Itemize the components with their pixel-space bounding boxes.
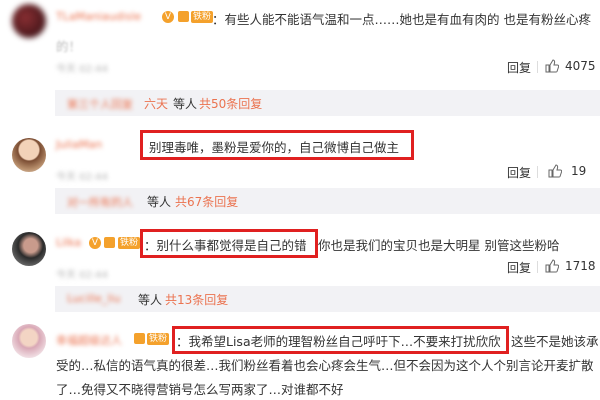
subreply-names: Lucille_liu [67,292,121,305]
v-verified-icon: V [162,11,174,23]
comment-time: 今天 02:44 [56,64,108,75]
subreply-pre: 等人 [147,195,172,209]
comment-time: 今天 02:44 [56,270,108,281]
divider [537,166,538,178]
comment-text: ：有些人能不能语气温和一点……她也是有血有肉的 也是有粉丝心疼 [212,12,591,27]
comment-text-cont: 你也是我们的宝贝也是大明星 别管这些粉哈 [318,238,560,253]
subreply-pre: 等人 [173,97,198,111]
comment-1: TLaManiaudisle V 铁粉 ：有些人能不能语气温和一点……她也是有血… [0,0,600,90]
like-count: 19 [571,164,587,178]
avatar[interactable] [12,138,46,172]
comment-text-line3: 了…免得又不晓得营销号怎么写两家了…对谁都不好 [56,382,344,397]
subreply-bar[interactable]: 对一所有的人 等人 共67条回复 [55,188,600,214]
comment-username[interactable]: JuliaMan [56,138,102,151]
comment-text-line2: 受的…私信的语气真的很差…我们粉丝看着也会心疼会生气…但不会因为这个人个别言论开… [56,358,594,373]
comment-3: Lilka V 铁粉 ：别什么事都觉得是自己的错 你也是我们的宝贝也是大明星 别… [0,214,600,286]
reply-button[interactable]: 回复 [507,164,531,181]
fan-badge: 铁粉 [118,237,141,249]
comment-text-cont: 这些不是她该承 [511,334,599,349]
comment-text: ：我希望Lisa老师的理智粉丝自己呼吁下…不要来打扰欣欣 [176,334,501,349]
divider [537,261,538,273]
thumb-up-icon[interactable] [548,164,562,178]
comment-text-cont: 的！ [56,39,82,54]
comment-username[interactable]: 幸福超级达人 [56,332,122,348]
subreply-pre: 等人 [138,293,163,307]
subreply-day: 六天 [144,97,169,111]
subreply-count-link[interactable]: 共13条回复 [165,291,228,308]
like-count: 4075 [565,59,596,73]
member-icon [178,11,189,22]
fan-badge: 铁粉 [191,11,214,23]
comment-2: JuliaMan 别理毒唯，墨粉是爱你的，自己微博自己做主 今天 02:44 回… [0,116,600,188]
comment-text: ：别什么事都觉得是自己的错 [144,238,307,253]
divider [537,61,538,73]
subreply-names: 第三个人回复 [67,98,133,111]
comment-text: 别理毒唯，墨粉是爱你的，自己微博自己做主 [149,140,400,155]
member-icon [104,237,115,248]
comment-username[interactable]: Lilka [56,236,81,249]
reply-button[interactable]: 回复 [507,59,531,76]
fan-badge: 铁粉 [147,333,170,345]
avatar[interactable] [12,324,46,358]
subreply-count-link[interactable]: 共50条回复 [199,95,262,112]
thumb-up-icon[interactable] [545,259,559,273]
member-icon [134,333,145,344]
subreply-bar[interactable]: 第三个人回复 六天 等人 共50条回复 [55,90,600,116]
like-count: 1718 [565,259,596,273]
subreply-count-link[interactable]: 共67条回复 [175,193,238,210]
reply-button[interactable]: 回复 [507,259,531,276]
comment-time: 今天 02:44 [56,172,108,183]
subreply-bar[interactable]: Lucille_liu 等人 共13条回复 [55,286,600,312]
thumb-up-icon[interactable] [545,59,559,73]
subreply-names: 对一所有的人 [67,196,133,209]
avatar[interactable] [12,4,46,38]
comment-username[interactable]: TLaManiaudisle [56,10,141,23]
avatar[interactable] [12,232,46,266]
v-verified-icon: V [89,237,101,249]
comment-4: 幸福超级达人 铁粉 ：我希望Lisa老师的理智粉丝自己呼吁下…不要来打扰欣欣 这… [0,312,600,400]
